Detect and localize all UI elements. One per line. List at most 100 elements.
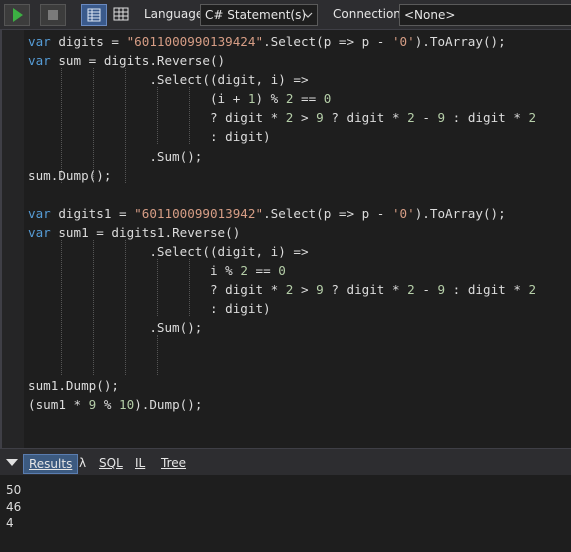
stop-icon bbox=[48, 10, 58, 20]
code-token: ) % bbox=[255, 91, 286, 107]
code-token: "601100099013942" bbox=[134, 205, 264, 221]
play-icon bbox=[13, 8, 23, 22]
tab-il[interactable]: IL bbox=[135, 454, 145, 472]
code-line[interactable]: .Sum(); bbox=[28, 147, 536, 166]
code-token: 9 bbox=[316, 282, 324, 298]
code-text[interactable]: var digits = "6011000990139424".Select(p… bbox=[28, 32, 536, 414]
tab-lambda[interactable]: λ bbox=[79, 454, 86, 472]
code-line[interactable]: (sum1 * 9 % 10).Dump(); bbox=[28, 395, 536, 414]
connection-select[interactable]: <None> bbox=[399, 4, 571, 26]
code-token: .Select((digit, i) => bbox=[28, 72, 309, 88]
code-token: 2 bbox=[528, 110, 537, 126]
code-token: : digit * bbox=[445, 282, 529, 298]
code-token: .Sum(); bbox=[28, 320, 203, 336]
results-tab-bar: Results λ SQL IL Tree bbox=[0, 448, 571, 475]
tab-tree[interactable]: Tree bbox=[161, 454, 186, 472]
code-line[interactable]: (i + 1) % 2 == 0 bbox=[28, 89, 536, 108]
chevron-down-icon[interactable] bbox=[6, 458, 18, 467]
results-grid-button[interactable] bbox=[81, 4, 107, 26]
code-token: 0 bbox=[323, 91, 332, 107]
code-token: '0' bbox=[391, 205, 415, 221]
code-token: var bbox=[28, 34, 51, 49]
tab-sql[interactable]: SQL bbox=[99, 454, 123, 472]
code-token: : digit) bbox=[28, 301, 271, 317]
code-token: ).Dump(); bbox=[134, 396, 203, 412]
results-grid-icon bbox=[87, 8, 101, 22]
code-line[interactable]: sum.Dump(); bbox=[28, 166, 536, 185]
results-output: 50 46 4 bbox=[0, 475, 571, 552]
language-label: Language bbox=[144, 7, 204, 21]
code-line[interactable] bbox=[28, 338, 536, 357]
code-line[interactable]: .Select((digit, i) => bbox=[28, 70, 536, 89]
result-line: 46 bbox=[6, 500, 22, 514]
code-line[interactable]: ? digit * 2 > 9 ? digit * 2 - 9 : digit … bbox=[28, 108, 536, 127]
code-token: sum1 = digits1.Reverse() bbox=[50, 224, 241, 240]
language-select[interactable]: C# Statement(s) bbox=[200, 4, 318, 26]
code-line[interactable]: .Sum(); bbox=[28, 318, 536, 337]
code-line[interactable]: var digits = "6011000990139424".Select(p… bbox=[28, 32, 536, 51]
code-line[interactable]: : digit) bbox=[28, 299, 536, 318]
code-token: ).ToArray(); bbox=[414, 34, 506, 49]
chevron-down-icon bbox=[303, 12, 313, 18]
code-token: : digit * bbox=[445, 110, 529, 126]
code-token: 0 bbox=[278, 263, 286, 279]
code-token: - bbox=[414, 110, 438, 126]
code-token: == bbox=[293, 91, 324, 107]
code-token: > bbox=[293, 110, 317, 126]
grid-button[interactable] bbox=[110, 4, 132, 26]
code-line[interactable]: : digit) bbox=[28, 127, 536, 146]
code-token: sum.Dump(); bbox=[28, 167, 112, 183]
language-value: C# Statement(s) bbox=[205, 8, 307, 22]
code-line[interactable]: ? digit * 2 > 9 ? digit * 2 - 9 : digit … bbox=[28, 280, 536, 299]
code-token: - bbox=[414, 282, 438, 298]
result-line: 4 bbox=[6, 516, 14, 530]
code-editor[interactable]: var digits = "6011000990139424".Select(p… bbox=[0, 30, 571, 448]
editor-gutter bbox=[2, 30, 24, 448]
code-line[interactable]: var sum1 = digits1.Reverse() bbox=[28, 223, 536, 242]
code-token: '0' bbox=[391, 34, 415, 49]
code-token: var bbox=[28, 205, 51, 221]
code-token: (sum1 * bbox=[28, 396, 89, 412]
code-token: ? digit * bbox=[28, 110, 286, 126]
toolbar: Language C# Statement(s) Connection <Non… bbox=[0, 0, 571, 30]
code-token: ? digit * bbox=[323, 282, 408, 298]
code-token: 9 bbox=[437, 110, 446, 126]
code-line[interactable]: var digits1 = "601100099013942".Select(p… bbox=[28, 204, 536, 223]
code-line[interactable]: .Select((digit, i) => bbox=[28, 242, 536, 261]
code-token: : digit) bbox=[28, 129, 271, 145]
code-token: i % bbox=[28, 263, 241, 279]
stop-button[interactable] bbox=[40, 4, 66, 26]
code-token: 10 bbox=[119, 396, 135, 412]
code-token: .Select(p => p - bbox=[263, 34, 392, 49]
code-token: sum1.Dump(); bbox=[28, 377, 119, 393]
grid-icon bbox=[113, 7, 129, 21]
code-token: digits = bbox=[50, 34, 127, 49]
code-token: .Select((digit, i) => bbox=[28, 244, 309, 260]
code-line[interactable]: var sum = digits.Reverse() bbox=[28, 51, 536, 70]
code-token: 2 bbox=[528, 282, 537, 298]
code-token: sum = digits.Reverse() bbox=[50, 53, 226, 69]
code-line[interactable] bbox=[28, 357, 536, 376]
code-token: var bbox=[28, 224, 51, 240]
code-line[interactable]: sum1.Dump(); bbox=[28, 376, 536, 395]
code-token: 2 bbox=[407, 282, 415, 298]
code-token: 2 bbox=[240, 263, 248, 279]
run-button[interactable] bbox=[4, 4, 30, 26]
code-token: ? digit * bbox=[28, 282, 286, 298]
result-line: 50 bbox=[6, 483, 22, 497]
code-token: digits1 = bbox=[50, 205, 135, 221]
code-line[interactable] bbox=[28, 185, 536, 204]
code-token: .Select(p => p - bbox=[263, 205, 392, 221]
code-token: "6011000990139424" bbox=[126, 34, 264, 49]
tab-results[interactable]: Results bbox=[23, 454, 79, 474]
connection-label: Connection bbox=[333, 7, 401, 21]
connection-value: <None> bbox=[404, 8, 456, 22]
code-line[interactable]: i % 2 == 0 bbox=[28, 261, 536, 280]
code-token: ).ToArray(); bbox=[414, 205, 506, 221]
code-token: 9 bbox=[316, 110, 324, 126]
code-token: (i + bbox=[28, 91, 248, 107]
code-token: % bbox=[96, 396, 120, 412]
code-token: == bbox=[247, 263, 279, 279]
code-token: > bbox=[293, 282, 317, 298]
code-token: var bbox=[28, 53, 51, 69]
